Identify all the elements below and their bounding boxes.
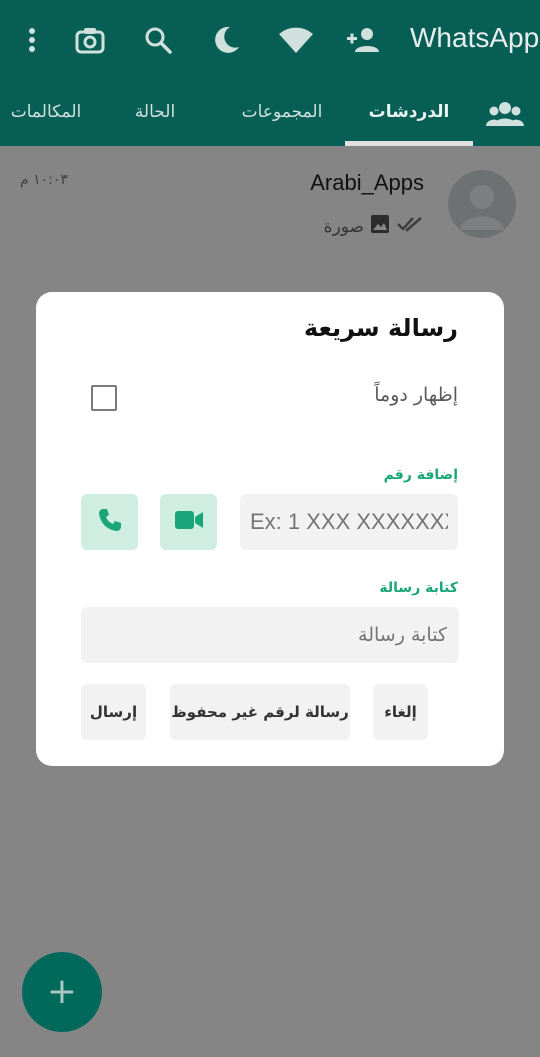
add-contact-icon[interactable] — [345, 22, 381, 58]
search-icon[interactable] — [140, 22, 176, 58]
tab-calls[interactable]: المكالمات — [0, 86, 92, 142]
more-vert-icon[interactable] — [14, 22, 50, 58]
community-icon[interactable] — [486, 100, 526, 130]
wifi-icon[interactable] — [278, 22, 314, 58]
cancel-button[interactable]: إلغاء — [373, 684, 428, 740]
message-input[interactable] — [81, 607, 459, 663]
show-always-label: إظهار دوماً — [374, 384, 458, 406]
phone-icon — [97, 507, 123, 537]
moon-icon[interactable] — [208, 22, 244, 58]
write-message-label: كتابة رسالة — [379, 580, 458, 596]
app-title: WhatsApp — [410, 22, 540, 53]
tab-chats[interactable]: الدردشات — [345, 86, 473, 142]
call-button[interactable] — [81, 494, 138, 550]
camera-icon[interactable] — [72, 22, 108, 58]
quick-message-dialog: رسالة سريعة إظهار دوماً إضافة رقم كتابة … — [36, 292, 504, 766]
show-always-checkbox[interactable] — [91, 385, 117, 411]
send-button[interactable]: إرسال — [81, 684, 146, 740]
tab-groups[interactable]: المجموعات — [222, 86, 342, 142]
dialog-title: رسالة سريعة — [304, 314, 458, 342]
phone-number-input[interactable] — [240, 494, 458, 550]
unsaved-number-message-button[interactable]: رسالة لرقم غير محفوظ — [170, 684, 350, 740]
new-chat-fab[interactable]: + — [22, 952, 102, 1032]
tab-status[interactable]: الحالة — [115, 86, 195, 142]
video-call-button[interactable] — [160, 494, 217, 550]
video-camera-icon — [174, 509, 204, 535]
plus-icon: + — [46, 971, 78, 1012]
tab-bar: المكالمات الحالة المجموعات الدردشات — [0, 86, 540, 146]
add-number-label: إضافة رقم — [383, 467, 458, 483]
